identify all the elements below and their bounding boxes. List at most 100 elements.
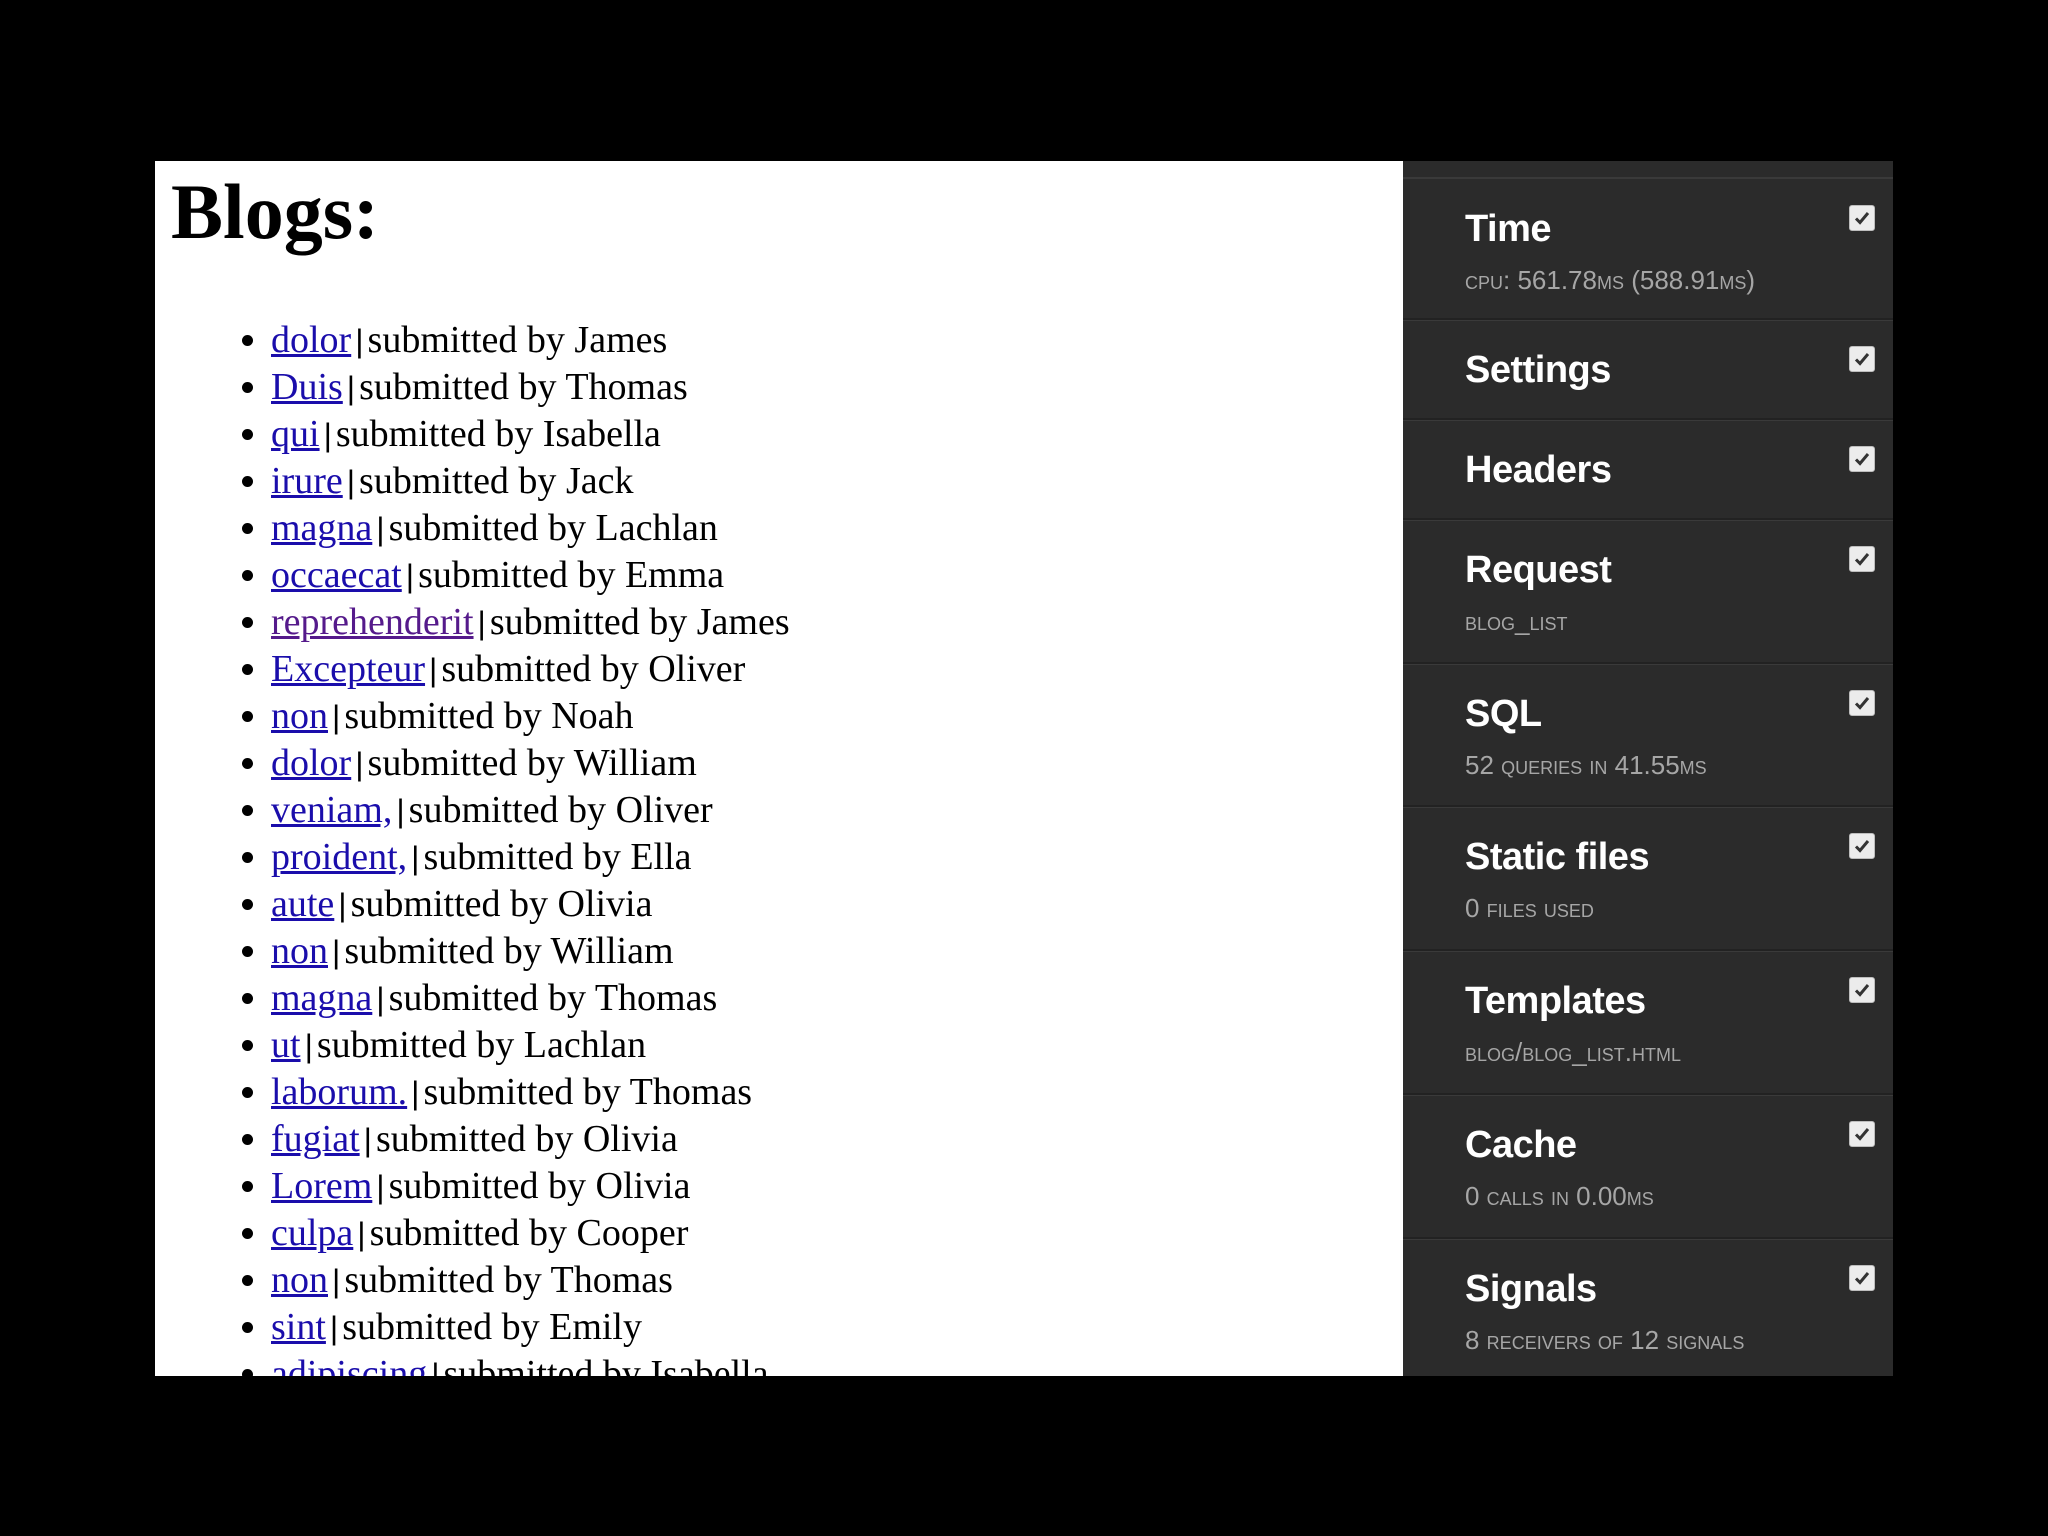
separator: |: [329, 1310, 339, 1346]
separator: |: [411, 1075, 420, 1111]
list-item: laborum.|submitted by Thomas: [271, 1069, 790, 1116]
blog-author: Oliver: [648, 648, 746, 690]
browser-viewport: Blogs: dolor|submitted by JamesDuis|subm…: [155, 161, 1893, 1376]
page-title: Blogs:: [171, 168, 380, 255]
panel-static-files-checkbox[interactable]: [1849, 833, 1875, 859]
blog-list: dolor|submitted by JamesDuis|submitted b…: [155, 317, 790, 1376]
submitted-by-label: submitted by: [375, 1118, 574, 1160]
submitted-by-label: submitted by: [342, 1306, 540, 1348]
blog-title-link[interactable]: occaecat: [271, 554, 402, 596]
panel-templates[interactable]: Templates blog/blog_list.html: [1403, 951, 1893, 1095]
list-item: Excepteur|submitted by Oliver: [271, 646, 790, 693]
blog-author: Isabella: [542, 413, 661, 455]
list-item: non|submitted by William: [271, 928, 790, 975]
blog-title-link[interactable]: sint: [271, 1306, 326, 1348]
separator: |: [355, 746, 364, 782]
list-item: adipiscing|submitted by Isabella: [271, 1351, 790, 1376]
submitted-by-label: submitted by: [423, 1071, 621, 1113]
blog-author: Olivia: [557, 883, 653, 925]
submitted-by-label: submitted by: [350, 883, 548, 925]
list-item: non|submitted by Thomas: [271, 1257, 790, 1304]
blog-author: Thomas: [629, 1071, 753, 1113]
panel-cache[interactable]: Cache 0 calls in 0.00ms: [1403, 1095, 1893, 1239]
blog-title-link[interactable]: laborum.: [271, 1071, 407, 1113]
blog-title-link[interactable]: dolor: [271, 319, 351, 361]
panel-templates-title: Templates: [1465, 980, 1646, 1022]
panel-sql-subtitle: 52 queries in 41.55ms: [1465, 750, 1707, 780]
blog-title-link[interactable]: adipiscing: [271, 1353, 427, 1376]
blog-title-link[interactable]: reprehenderit: [271, 601, 474, 643]
panel-sql[interactable]: SQL 52 queries in 41.55ms: [1403, 664, 1893, 807]
blog-title-link[interactable]: veniam,: [271, 789, 392, 831]
separator: |: [338, 887, 347, 923]
panel-headers-checkbox[interactable]: [1849, 446, 1875, 472]
panel-headers[interactable]: Headers: [1403, 420, 1893, 520]
blog-title-link[interactable]: non: [271, 695, 328, 737]
panel-request[interactable]: Request blog_list: [1403, 520, 1893, 664]
submitted-by-label: submitted by: [388, 1165, 586, 1207]
list-item: qui|submitted by Isabella: [271, 411, 790, 458]
blog-title-link[interactable]: non: [271, 1259, 328, 1301]
list-item: aute|submitted by Olivia: [271, 881, 790, 928]
panel-signals[interactable]: Signals 8 receivers of 12 signals: [1403, 1239, 1893, 1376]
panel-time[interactable]: Time CPU: 561.78ms (588.91ms): [1403, 179, 1893, 320]
panel-request-checkbox[interactable]: [1849, 546, 1875, 572]
panel-headers-title: Headers: [1465, 449, 1612, 491]
panel-sql-checkbox[interactable]: [1849, 690, 1875, 716]
blog-title-link[interactable]: magna: [271, 977, 372, 1019]
separator: |: [357, 1216, 366, 1252]
separator: |: [376, 511, 385, 547]
separator: |: [429, 652, 438, 688]
panel-cache-checkbox[interactable]: [1849, 1121, 1875, 1147]
separator: |: [431, 1357, 440, 1376]
submitted-by-label: submitted by: [443, 1353, 641, 1376]
blog-title-link[interactable]: qui: [271, 413, 320, 455]
blog-title-link[interactable]: magna: [271, 507, 372, 549]
blog-title-link[interactable]: Duis: [271, 366, 343, 408]
blog-author: Lachlan: [595, 507, 718, 549]
submitted-by-label: submitted by: [367, 742, 565, 784]
panel-static-files-title: Static files: [1465, 836, 1650, 878]
blog-title-link[interactable]: non: [271, 930, 328, 972]
separator: |: [363, 1122, 372, 1158]
panel-settings-checkbox[interactable]: [1849, 346, 1875, 372]
panel-templates-subtitle: blog/blog_list.html: [1465, 1037, 1681, 1067]
list-item: Lorem|submitted by Olivia: [271, 1163, 790, 1210]
panel-sql-title: SQL: [1465, 693, 1542, 735]
blog-title-link[interactable]: Excepteur: [271, 648, 425, 690]
blog-author: Emma: [624, 554, 725, 596]
panel-templates-checkbox[interactable]: [1849, 977, 1875, 1003]
toolbar-top-divider: [1403, 161, 1893, 179]
submitted-by-label: submitted by: [335, 413, 534, 455]
blog-title-link[interactable]: proident,: [271, 836, 407, 878]
blog-title-link[interactable]: culpa: [271, 1212, 353, 1254]
blog-title-link[interactable]: dolor: [271, 742, 351, 784]
submitted-by-label: submitted by: [489, 601, 688, 643]
separator: |: [323, 417, 332, 453]
debug-toolbar: Time CPU: 561.78ms (588.91ms) Settings H…: [1403, 161, 1893, 1376]
panel-settings[interactable]: Settings: [1403, 320, 1893, 420]
blog-title-link[interactable]: aute: [271, 883, 334, 925]
blog-title-link[interactable]: Lorem: [271, 1165, 372, 1207]
panel-request-title: Request: [1465, 549, 1612, 591]
panel-signals-checkbox[interactable]: [1849, 1265, 1875, 1291]
blog-author: William: [550, 930, 674, 972]
blog-title-link[interactable]: ut: [271, 1024, 301, 1066]
panel-time-checkbox[interactable]: [1849, 205, 1875, 231]
blog-title-link[interactable]: irure: [271, 460, 343, 502]
list-item: dolor|submitted by James: [271, 317, 790, 364]
submitted-by-label: submitted by: [359, 460, 557, 502]
blog-title-link[interactable]: fugiat: [271, 1118, 360, 1160]
separator: |: [304, 1028, 313, 1064]
separator: |: [477, 605, 486, 641]
blog-author: William: [573, 742, 697, 784]
list-item: fugiat|submitted by Olivia: [271, 1116, 790, 1163]
submitted-by-label: submitted by: [359, 366, 557, 408]
separator: |: [411, 840, 420, 876]
submitted-by-label: submitted by: [408, 789, 607, 831]
panel-cache-subtitle: 0 calls in 0.00ms: [1465, 1181, 1654, 1211]
blog-author: Noah: [551, 695, 634, 737]
blog-author: Olivia: [582, 1118, 678, 1160]
list-item: magna|submitted by Thomas: [271, 975, 790, 1022]
panel-static-files[interactable]: Static files 0 files used: [1403, 807, 1893, 951]
